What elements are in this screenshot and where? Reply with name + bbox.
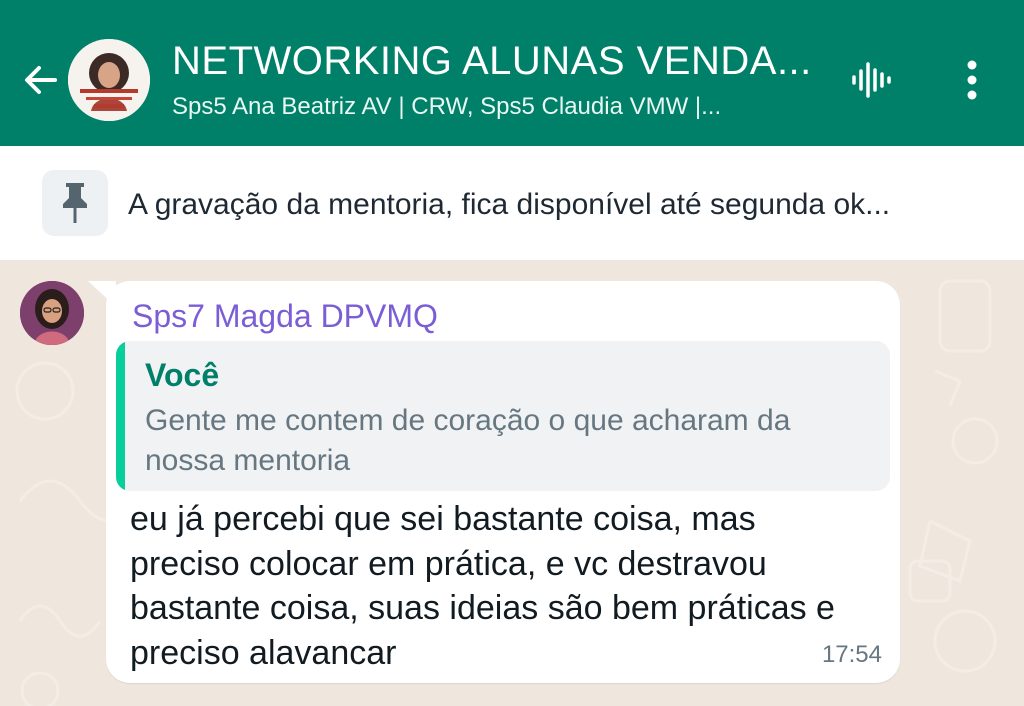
message-text: eu já percebi que sei bastante coisa, ma… (130, 500, 835, 672)
message-timestamp: 17:54 (821, 641, 882, 668)
chat-header: NETWORKING ALUNAS VENDA... Sps5 Ana Beat… (0, 0, 1024, 146)
sender-photo (20, 281, 84, 345)
group-title[interactable]: NETWORKING ALUNAS VENDA... (172, 38, 812, 84)
group-avatar[interactable] (68, 39, 150, 121)
arrow-left-icon (25, 66, 57, 94)
quote-accent-bar (116, 341, 125, 491)
quoted-author: Você (145, 357, 220, 393)
pin-icon (42, 170, 108, 236)
more-options-button[interactable] (948, 56, 996, 104)
sender-avatar[interactable] (20, 281, 84, 345)
message-bubble[interactable]: Sps7 Magda DPVMQ Você Gente me contem de… (106, 281, 900, 683)
audio-wave-icon (852, 62, 891, 98)
group-participants[interactable]: Sps5 Ana Beatriz AV | CRW, Sps5 Claudia … (172, 92, 832, 122)
more-vertical-icon (967, 60, 977, 100)
pinned-message-text: A gravação da mentoria, fica disponível … (128, 188, 891, 221)
chat-area: Sps7 Magda DPVMQ Você Gente me contem de… (0, 261, 1024, 706)
quoted-text: Gente me contem de coração o que acharam… (145, 404, 791, 477)
quoted-message[interactable]: Você Gente me contem de coração o que ac… (116, 341, 890, 491)
pinned-message-banner[interactable]: A gravação da mentoria, fica disponível … (0, 146, 1024, 261)
sender-name[interactable]: Sps7 Magda DPVMQ (132, 297, 438, 335)
group-photo (68, 39, 150, 121)
voice-chat-button[interactable] (848, 56, 896, 104)
back-button[interactable] (16, 54, 64, 106)
